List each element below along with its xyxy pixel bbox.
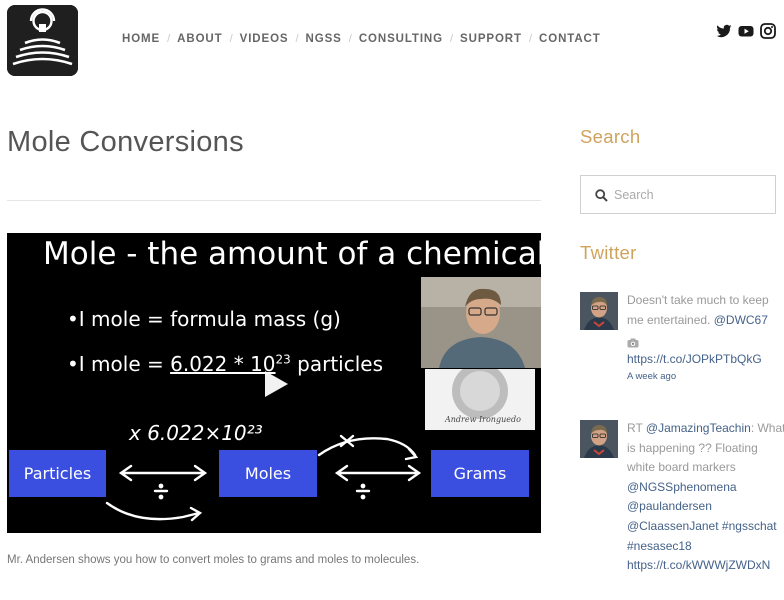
- tweet-mention[interactable]: @NGSSphenomena: [627, 480, 737, 494]
- tweet-text: RT @JamazingTeachin: What is happening ?…: [627, 419, 784, 576]
- nav-separator: /: [295, 33, 299, 45]
- nav-separator: /: [348, 33, 352, 45]
- tweet-link[interactable]: https://t.co/JOPkPTbQkG: [627, 352, 762, 366]
- nav-contact[interactable]: CONTACT: [539, 33, 601, 45]
- tweet-mention[interactable]: @ClaassenJanet: [627, 519, 719, 533]
- video-caption: Mr. Andersen shows you how to convert mo…: [7, 554, 420, 566]
- grams-box: Grams: [431, 450, 529, 497]
- nav-separator: /: [449, 33, 454, 45]
- avatar[interactable]: [580, 420, 618, 458]
- social-links: [716, 23, 776, 39]
- site-logo[interactable]: [7, 5, 78, 76]
- main-nav: HOME / ABOUT / VIDEOS / NGSS / CONSULTIN…: [122, 33, 601, 45]
- nav-about[interactable]: ABOUT: [177, 33, 222, 45]
- signature-text: Andrew Ironguedo: [445, 415, 521, 424]
- broadcast-logo-icon: [7, 5, 78, 76]
- search-icon: [595, 189, 608, 202]
- nav-separator: /: [167, 33, 171, 45]
- twitter-widget-title: Twitter: [580, 242, 637, 263]
- title-divider: [7, 200, 541, 201]
- avatar[interactable]: [580, 292, 618, 330]
- nav-separator: /: [528, 33, 533, 45]
- tweet-mention[interactable]: @paulandersen: [627, 499, 712, 513]
- twitter-icon[interactable]: [716, 23, 732, 39]
- particles-box: Particles: [9, 450, 106, 497]
- tweet-text: Doesn't take much to keep me entertained…: [627, 291, 784, 385]
- nav-separator: /: [229, 33, 233, 45]
- nav-ngss[interactable]: NGSS: [306, 33, 342, 45]
- instagram-icon[interactable]: [760, 23, 776, 39]
- page-title: Mole Conversions: [7, 126, 244, 158]
- signature-card: Andrew Ironguedo: [425, 369, 535, 430]
- youtube-icon[interactable]: [738, 23, 754, 39]
- tweet-timestamp[interactable]: A week ago: [627, 369, 784, 385]
- tweet-link[interactable]: https://t.co/kWWWjZWDxN: [627, 558, 770, 572]
- tweet-hashtag[interactable]: #ngsschat: [722, 519, 777, 533]
- tweet-prefix: RT: [627, 421, 646, 435]
- search-widget-title: Search: [580, 126, 641, 147]
- nav-support[interactable]: SUPPORT: [460, 33, 522, 45]
- tweet-hashtag[interactable]: #nesasec18: [627, 539, 692, 553]
- play-icon[interactable]: [260, 369, 290, 399]
- moles-box: Moles: [219, 450, 317, 497]
- tweet-mention[interactable]: @DWC67: [714, 313, 768, 327]
- camera-emoji-icon: [627, 335, 639, 348]
- search-input[interactable]: [614, 184, 764, 206]
- nav-home[interactable]: HOME: [122, 33, 160, 45]
- tweet-mention[interactable]: @JamazingTeachin: [646, 421, 751, 435]
- video-player[interactable]: Mole - the amount of a chemical •I mole …: [7, 233, 541, 533]
- nav-videos[interactable]: VIDEOS: [240, 33, 289, 45]
- search-box: [580, 175, 776, 214]
- presenter-video-inset: [421, 277, 541, 368]
- nav-consulting[interactable]: CONSULTING: [359, 33, 443, 45]
